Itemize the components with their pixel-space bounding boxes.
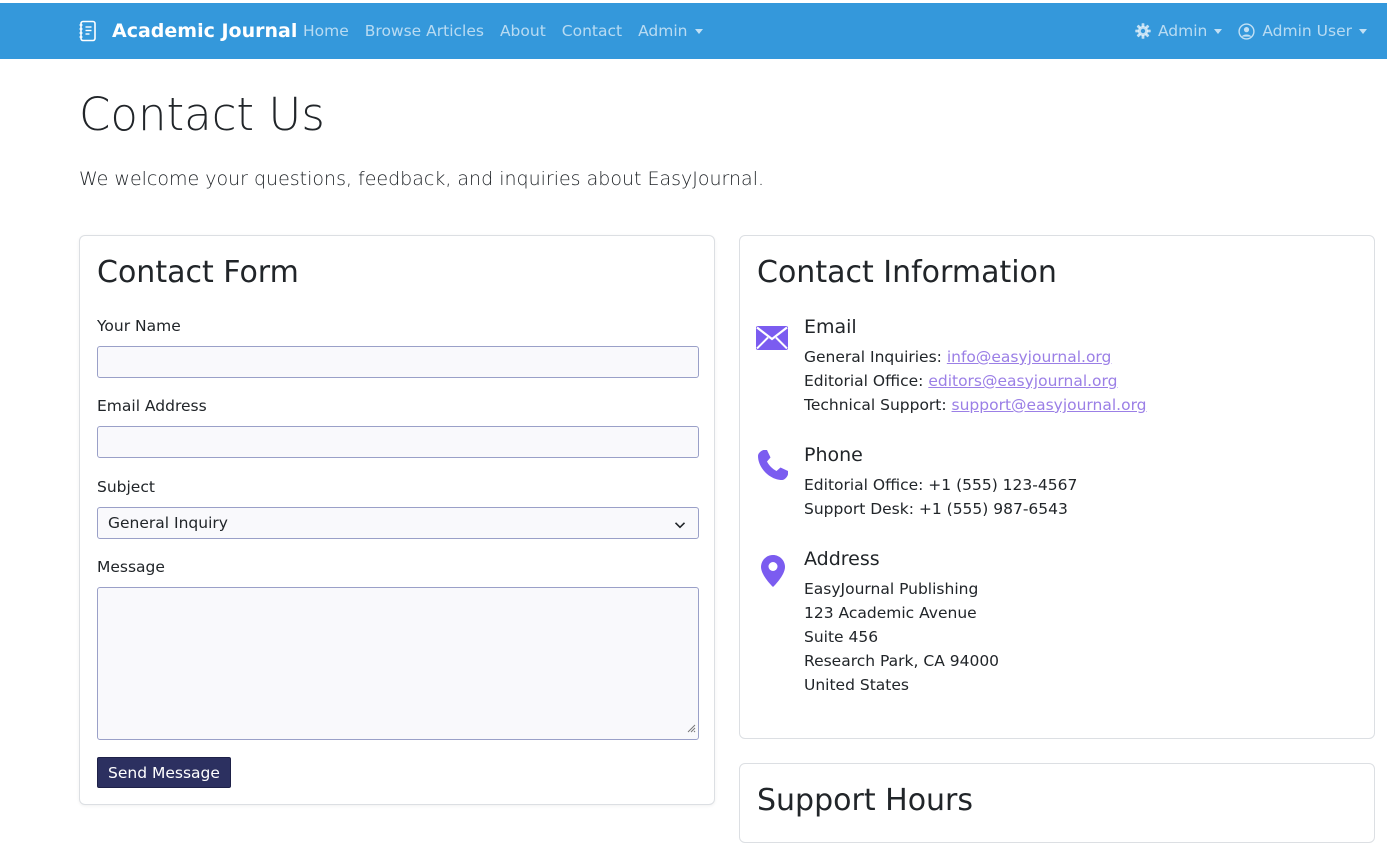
contact-info-card: Contact Information Email General Inquir… bbox=[739, 235, 1375, 739]
nav-contact[interactable]: Contact bbox=[562, 22, 622, 40]
address-line: 123 Academic Avenue bbox=[804, 604, 977, 622]
email-line-general: General Inquiries: info@easyjournal.org bbox=[804, 348, 1111, 366]
email-line-label: Editorial Office: bbox=[804, 372, 929, 390]
email-section: Email General Inquiries: info@easyjourna… bbox=[756, 316, 1356, 426]
contact-form-title: Contact Form bbox=[97, 255, 299, 290]
email-line-support: Technical Support: support@easyjournal.o… bbox=[804, 396, 1147, 414]
general-inquiries-email-link[interactable]: info@easyjournal.org bbox=[947, 348, 1112, 366]
email-heading: Email bbox=[804, 316, 857, 338]
address-line: Suite 456 bbox=[804, 628, 879, 646]
chevron-down-icon bbox=[694, 28, 703, 34]
email-line-label: Technical Support: bbox=[804, 396, 952, 414]
page-lead: We welcome your questions, feedback, and… bbox=[79, 168, 765, 190]
brand-text: Academic Journal bbox=[112, 20, 298, 42]
message-label: Message bbox=[97, 558, 165, 576]
contact-info-title: Contact Information bbox=[757, 255, 1057, 290]
phone-icon bbox=[756, 448, 790, 486]
subject-label: Subject bbox=[97, 478, 155, 496]
email-label: Email Address bbox=[97, 397, 207, 415]
address-line: EasyJournal Publishing bbox=[804, 580, 979, 598]
chevron-down-icon bbox=[1359, 28, 1367, 34]
name-input[interactable] bbox=[97, 346, 699, 378]
map-pin-icon bbox=[760, 554, 786, 592]
admin-settings-dropdown[interactable]: Admin bbox=[1135, 22, 1223, 40]
main-nav: Home Browse Articles About Contact Admin bbox=[303, 3, 719, 59]
chevron-down-icon bbox=[674, 517, 686, 535]
nav-browse-articles[interactable]: Browse Articles bbox=[365, 22, 484, 40]
user-nav: Admin Admin User bbox=[1119, 3, 1367, 59]
nav-home[interactable]: Home bbox=[303, 22, 349, 40]
message-textarea[interactable] bbox=[97, 587, 699, 740]
subject-select[interactable]: General Inquiry bbox=[97, 507, 699, 539]
email-line-label: General Inquiries: bbox=[804, 348, 947, 366]
nav-about[interactable]: About bbox=[500, 22, 546, 40]
phone-heading: Phone bbox=[804, 444, 863, 466]
email-line-editorial: Editorial Office: editors@easyjournal.or… bbox=[804, 372, 1117, 390]
admin-settings-label: Admin bbox=[1157, 22, 1208, 40]
support-hours-title: Support Hours bbox=[757, 783, 974, 818]
address-heading: Address bbox=[804, 548, 880, 570]
subject-selected-value: General Inquiry bbox=[108, 514, 228, 532]
name-label: Your Name bbox=[97, 317, 181, 335]
address-line: Research Park, CA 94000 bbox=[804, 652, 1000, 670]
user-circle-icon bbox=[1238, 22, 1255, 40]
support-email-link[interactable]: support@easyjournal.org bbox=[952, 396, 1147, 414]
navbar: Academic Journal Home Browse Articles Ab… bbox=[0, 3, 1387, 59]
phone-line-editorial: Editorial Office: +1 (555) 123-4567 bbox=[804, 476, 1078, 494]
gear-icon bbox=[1135, 23, 1151, 39]
contact-form-card: Contact Form Your Name Email Address Sub… bbox=[79, 235, 715, 805]
phone-line-support: Support Desk: +1 (555) 987-6543 bbox=[804, 500, 1068, 518]
address-line: United States bbox=[804, 676, 909, 694]
brand-link[interactable]: Academic Journal bbox=[78, 3, 297, 59]
journal-icon bbox=[78, 20, 100, 42]
nav-admin-dropdown[interactable]: Admin bbox=[638, 22, 703, 40]
send-message-button[interactable]: Send Message bbox=[97, 757, 231, 788]
email-input[interactable] bbox=[97, 426, 699, 458]
address-section: Address EasyJournal Publishing 123 Acade… bbox=[756, 548, 1356, 698]
envelope-icon bbox=[756, 326, 788, 354]
user-menu-label: Admin User bbox=[1262, 22, 1352, 40]
resize-grip-icon[interactable] bbox=[686, 718, 696, 737]
page-title: Contact Us bbox=[79, 88, 325, 141]
phone-section: Phone Editorial Office: +1 (555) 123-456… bbox=[756, 444, 1356, 524]
user-menu-dropdown[interactable]: Admin User bbox=[1238, 22, 1367, 40]
support-hours-card: Support Hours bbox=[739, 763, 1375, 843]
nav-admin-label: Admin bbox=[638, 22, 688, 40]
chevron-down-icon bbox=[1214, 28, 1223, 34]
editorial-email-link[interactable]: editors@easyjournal.org bbox=[928, 372, 1117, 390]
